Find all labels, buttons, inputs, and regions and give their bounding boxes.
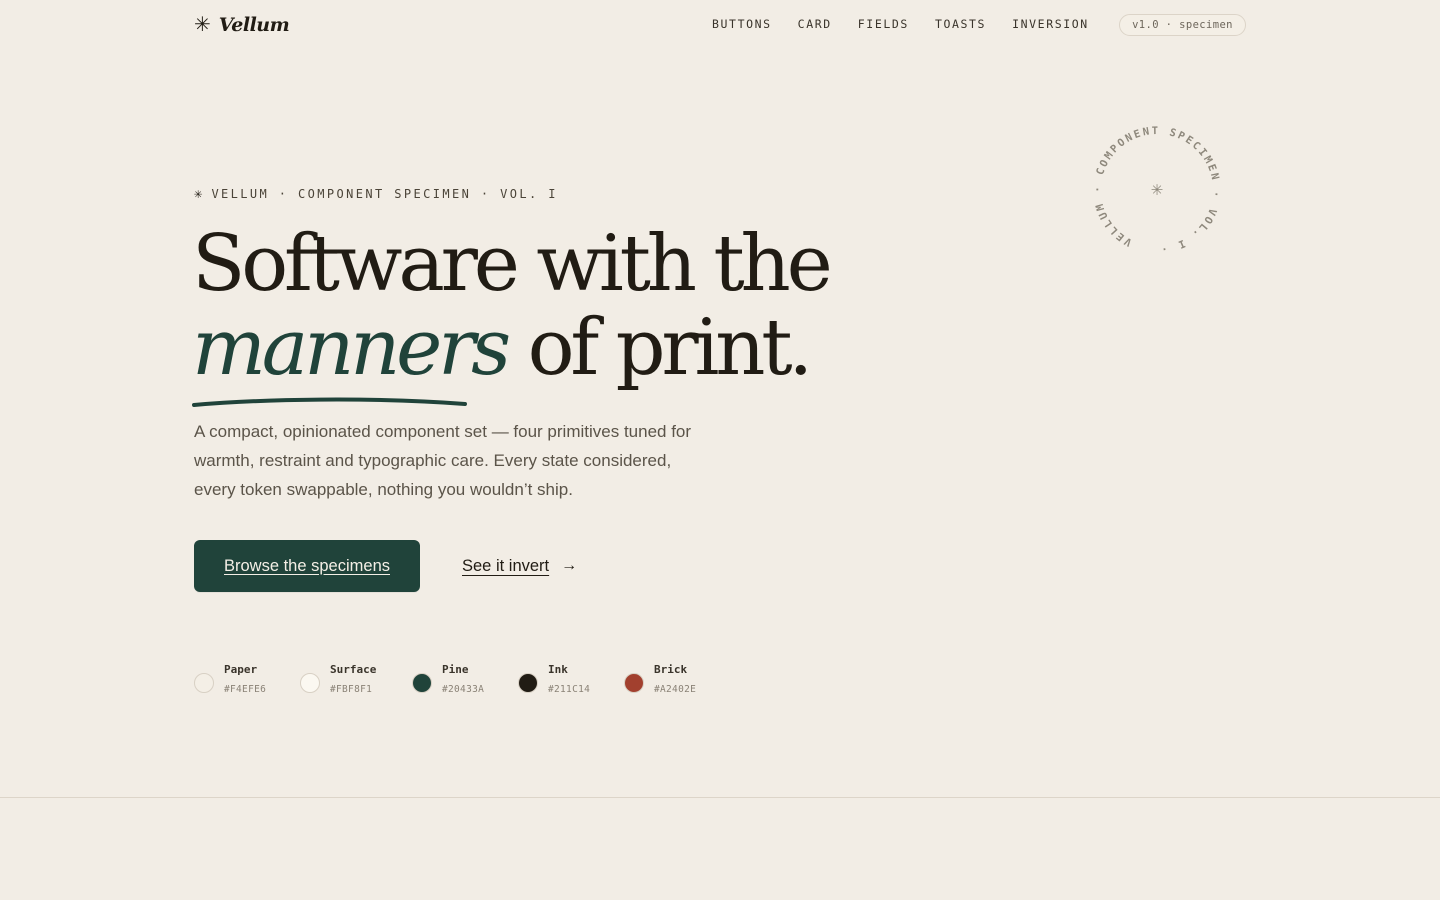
swatch-ink: Ink #211C14: [518, 662, 590, 698]
swatch-brick: Brick #A2402E: [624, 662, 696, 698]
eyebrow-text: VELLUM · COMPONENT SPECIMEN · VOL. I: [211, 187, 558, 201]
swatch-hex: #FBF8F1: [330, 684, 373, 695]
site-header: ✳ Vellum BUTTONS CARD FIELDS TOASTS INVE…: [0, 0, 1440, 50]
headline-accent-word: manners: [192, 303, 511, 393]
nav-link-card[interactable]: CARD: [798, 17, 832, 31]
color-dot: [300, 673, 320, 693]
specimen-seal: VELLUM · COMPONENT SPECIMEN · VOL. I · ✳: [1091, 124, 1223, 256]
accent-underline: [192, 397, 467, 407]
swatch-paper: Paper #F4EFE6: [194, 662, 266, 698]
browse-specimens-button[interactable]: Browse the specimens: [194, 540, 420, 592]
see-it-invert-label: See it invert: [462, 556, 550, 575]
nav-link-toasts[interactable]: TOASTS: [935, 17, 986, 31]
color-dot: [518, 673, 538, 693]
nav-link-fields[interactable]: FIELDS: [858, 17, 909, 31]
hero-headline: Software with the manners of print.: [192, 222, 912, 390]
asterisk-icon: ✳: [194, 186, 203, 202]
swatch-name: Brick: [654, 663, 688, 676]
swatch-hex: #20433A: [442, 684, 485, 695]
swatch-hex: #A2402E: [654, 684, 697, 695]
see-it-invert-link[interactable]: See it invert →: [462, 553, 577, 579]
headline-line-1: Software with the: [192, 219, 833, 309]
headline-line-2: manners of print.: [192, 306, 912, 390]
swatch-hex: #211C14: [548, 684, 591, 695]
hero-eyebrow: ✳ VELLUM · COMPONENT SPECIMEN · VOL. I: [194, 186, 558, 202]
color-dot: [412, 673, 432, 693]
swatch-pine: Pine #20433A: [412, 662, 484, 698]
color-dot: [194, 673, 214, 693]
section-divider: [0, 797, 1440, 798]
brand-logo[interactable]: ✳ Vellum: [194, 13, 290, 37]
nav-link-inversion[interactable]: INVERSION: [1012, 17, 1089, 31]
asterisk-icon: ✳: [194, 14, 211, 36]
swatch-hex: #F4EFE6: [224, 684, 267, 695]
swatch-name: Surface: [330, 663, 377, 676]
asterisk-icon: ✳: [1151, 182, 1164, 199]
swatch-name: Pine: [442, 663, 469, 676]
color-dot: [624, 673, 644, 693]
swatch-name: Ink: [548, 663, 568, 676]
main-nav: BUTTONS CARD FIELDS TOASTS INVERSION: [712, 17, 1089, 31]
arrow-right-icon: →: [561, 557, 578, 574]
hero-lede: A compact, opinionated component set — f…: [194, 422, 692, 499]
version-badge: v1.0 · specimen: [1119, 14, 1246, 36]
nav-link-buttons[interactable]: BUTTONS: [712, 17, 772, 31]
swatch-name: Paper: [224, 663, 258, 676]
brand-name: Vellum: [218, 14, 290, 36]
swatch-surface: Surface #FBF8F1: [300, 662, 376, 698]
headline-rest: of print.: [507, 303, 814, 393]
